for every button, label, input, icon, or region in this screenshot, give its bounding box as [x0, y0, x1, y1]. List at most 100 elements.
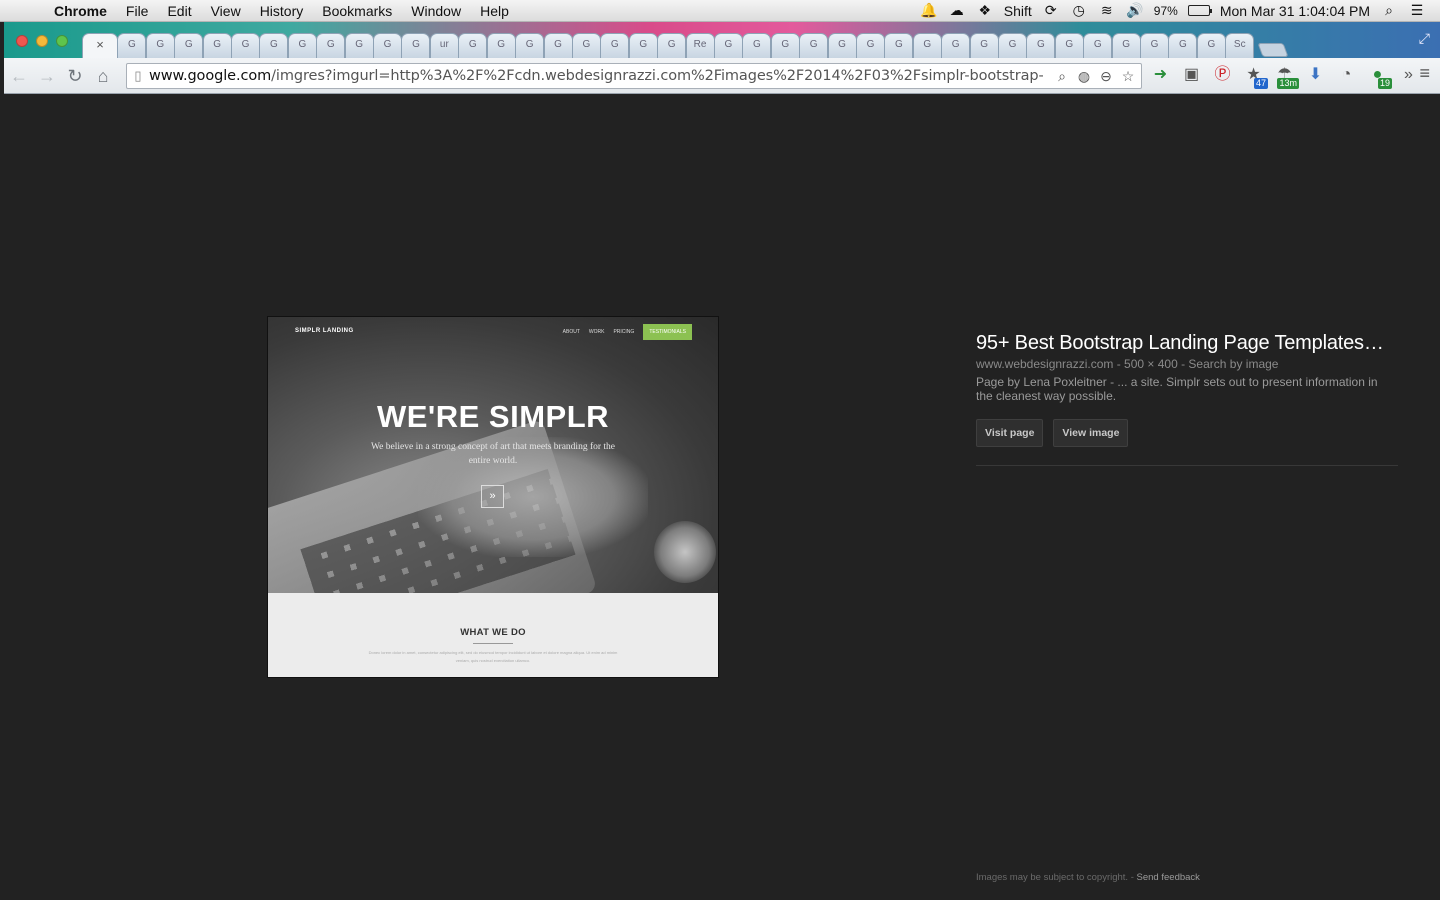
- browser-tab[interactable]: G: [458, 33, 488, 58]
- chrome-menu-icon[interactable]: ≡: [1419, 63, 1430, 84]
- browser-tab[interactable]: G: [316, 33, 346, 58]
- browser-tab[interactable]: G: [117, 33, 147, 58]
- url-text[interactable]: www.google.com/imgres?imgurl=http%3A%2F%…: [149, 68, 1043, 84]
- browser-tab[interactable]: G: [855, 33, 885, 58]
- menu-window[interactable]: Window: [411, 3, 461, 19]
- browser-tab[interactable]: G: [742, 33, 772, 58]
- menu-app-name[interactable]: Chrome: [54, 3, 107, 19]
- forward-button[interactable]: →: [34, 63, 60, 89]
- image-preview[interactable]: SIMPLR LANDING ABOUT WORK PRICING TESTIM…: [268, 317, 718, 677]
- pinterest-icon[interactable]: Ⓟ: [1210, 62, 1235, 88]
- browser-tab[interactable]: G: [486, 33, 516, 58]
- menu-history[interactable]: History: [260, 3, 304, 19]
- notification-center-icon[interactable]: ☰: [1408, 2, 1426, 19]
- clock-extension-icon[interactable]: ◔: [1334, 62, 1359, 88]
- minimize-window-button[interactable]: [36, 35, 48, 47]
- browser-tab[interactable]: G: [202, 33, 232, 58]
- close-window-button[interactable]: [16, 35, 28, 47]
- browser-tab[interactable]: G: [1140, 33, 1170, 58]
- menu-help[interactable]: Help: [480, 3, 509, 19]
- preview-nav-about: ABOUT: [562, 329, 580, 335]
- bookmark-star-icon[interactable]: ☆: [1119, 68, 1137, 85]
- menu-clock[interactable]: Mon Mar 31 1:04:04 PM: [1220, 3, 1370, 19]
- view-image-button[interactable]: View image: [1053, 419, 1129, 447]
- back-button[interactable]: ←: [6, 63, 32, 89]
- browser-tab[interactable]: G: [571, 33, 601, 58]
- download-icon[interactable]: ⬇: [1303, 62, 1328, 88]
- dropbox-icon[interactable]: ❖: [976, 2, 994, 19]
- browser-tab[interactable]: G: [884, 33, 914, 58]
- reload-button[interactable]: ↻: [62, 63, 88, 89]
- preview-nav-testimonials: TESTIMONIALS: [643, 324, 692, 340]
- visit-page-button[interactable]: Visit page: [976, 419, 1044, 447]
- zoom-window-button[interactable]: [56, 35, 68, 47]
- address-bar[interactable]: ▯ www.google.com/imgres?imgurl=http%3A%2…: [126, 63, 1142, 89]
- zoom-icon[interactable]: ⊖: [1097, 68, 1115, 85]
- browser-tab[interactable]: G: [799, 33, 829, 58]
- wifi-icon[interactable]: ≋: [1098, 2, 1116, 19]
- browser-tab[interactable]: G: [969, 33, 999, 58]
- browser-tab[interactable]: G: [628, 33, 658, 58]
- battery-percent: 97%: [1153, 3, 1178, 18]
- evernote-icon[interactable]: ● 19: [1365, 62, 1392, 89]
- weather-extension-icon[interactable]: ☂ 13m: [1272, 62, 1299, 89]
- result-title[interactable]: 95+ Best Bootstrap Landing Page Template…: [976, 332, 1398, 355]
- copyright-notice: Images may be subject to copyright. -: [976, 872, 1137, 883]
- preview-logo: SIMPLR LANDING: [295, 328, 354, 334]
- browser-tab[interactable]: G: [912, 33, 942, 58]
- shift-menu[interactable]: Shift: [1004, 3, 1032, 19]
- calendar-extension-icon[interactable]: ★ 47: [1241, 62, 1268, 89]
- hat-icon[interactable]: ☁: [948, 2, 966, 19]
- notification-bell-icon[interactable]: 🔔: [920, 2, 938, 19]
- menu-file[interactable]: File: [126, 3, 149, 19]
- browser-tab[interactable]: G: [259, 33, 289, 58]
- browser-tab[interactable]: G: [344, 33, 374, 58]
- browser-tab[interactable]: G: [713, 33, 743, 58]
- browser-tab[interactable]: G: [174, 33, 204, 58]
- tab-active[interactable]: ×: [82, 33, 118, 58]
- bulb-icon[interactable]: ◍: [1075, 68, 1093, 85]
- menu-view[interactable]: View: [211, 3, 241, 19]
- browser-tab[interactable]: G: [401, 33, 431, 58]
- tab-list: × G G G G G G G G G G Gur G G G G G G G G Re G G G G G G G G G G G G G G G…: [82, 33, 1289, 58]
- browser-tab[interactable]: G: [1196, 33, 1226, 58]
- result-meta[interactable]: www.webdesignrazzi.com - 500 × 400 - Sea…: [976, 357, 1398, 371]
- feed-extension-icon[interactable]: ➜: [1148, 62, 1173, 88]
- tab-close-icon[interactable]: ×: [96, 37, 104, 52]
- browser-tab[interactable]: G: [657, 33, 687, 58]
- browser-tab[interactable]: G: [1026, 33, 1056, 58]
- volume-icon[interactable]: 🔊: [1126, 2, 1144, 19]
- browser-tab[interactable]: G: [287, 33, 317, 58]
- browser-tab[interactable]: ur: [429, 33, 459, 58]
- fullscreen-icon[interactable]: ⤢: [1419, 30, 1430, 47]
- time-machine-icon[interactable]: ◷: [1070, 2, 1088, 19]
- window-extension-icon[interactable]: ▣: [1179, 62, 1204, 88]
- browser-tab[interactable]: G: [770, 33, 800, 58]
- spotlight-search-icon[interactable]: ⌕: [1380, 2, 1398, 19]
- home-button[interactable]: ⌂: [90, 63, 116, 89]
- browser-tab[interactable]: G: [515, 33, 545, 58]
- browser-tab[interactable]: Sc: [1225, 33, 1255, 58]
- browser-tab[interactable]: Re: [685, 33, 715, 58]
- browser-tab[interactable]: G: [1168, 33, 1198, 58]
- menu-edit[interactable]: Edit: [167, 3, 191, 19]
- sync-icon[interactable]: ⟳: [1042, 2, 1060, 19]
- browser-tab[interactable]: G: [941, 33, 971, 58]
- browser-tab[interactable]: G: [373, 33, 403, 58]
- browser-tab[interactable]: G: [145, 33, 175, 58]
- menu-bookmarks[interactable]: Bookmarks: [322, 3, 392, 19]
- battery-icon[interactable]: [1187, 5, 1212, 16]
- browser-tab[interactable]: G: [827, 33, 857, 58]
- overflow-chevron-icon[interactable]: »: [1396, 62, 1421, 88]
- new-tab-button[interactable]: [1257, 43, 1289, 57]
- send-feedback-link[interactable]: Send feedback: [1137, 872, 1200, 883]
- browser-tab[interactable]: G: [1111, 33, 1141, 58]
- browser-tab[interactable]: G: [231, 33, 261, 58]
- browser-tab[interactable]: G: [600, 33, 630, 58]
- browser-tab[interactable]: G: [1083, 33, 1113, 58]
- browser-tab[interactable]: G: [543, 33, 573, 58]
- browser-tab[interactable]: G: [1054, 33, 1084, 58]
- evernote-badge: 19: [1377, 78, 1392, 89]
- search-by-image-icon[interactable]: ⌕: [1053, 68, 1071, 85]
- browser-tab[interactable]: G: [998, 33, 1027, 58]
